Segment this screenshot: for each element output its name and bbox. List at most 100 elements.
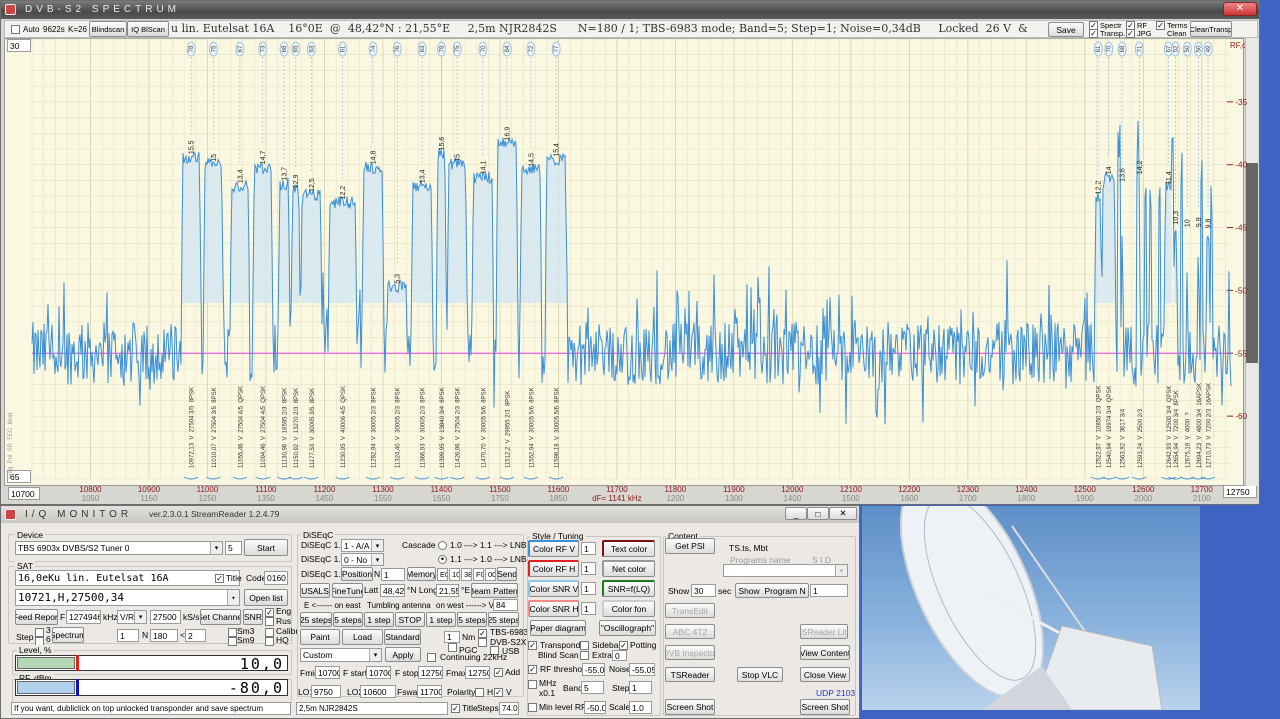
program-select[interactable]: ▾ (723, 564, 848, 577)
rf-threshold-input[interactable]: -55.0 (582, 663, 605, 676)
stop-vlc-button[interactable]: Stop VLC (737, 667, 783, 682)
start-button[interactable]: Start (244, 539, 288, 556)
status-input[interactable]: If you want, dubliclick on top unlocked … (11, 702, 291, 715)
send-button[interactable]: Send (497, 567, 517, 581)
open-list-button[interactable]: Open list (244, 589, 288, 606)
symbol-rate-spinner[interactable]: 27500 (150, 610, 181, 624)
west-25-steps-button[interactable]: 25 steps (488, 612, 519, 627)
hq-checkbox[interactable] (265, 637, 274, 646)
cascade-radio-2[interactable]: • (438, 555, 447, 564)
dvb-inspector-button[interactable]: DVB Inspector (665, 645, 715, 660)
diseqc11-select[interactable]: 0 - No ▾ (341, 553, 384, 566)
sidebar-checkbox[interactable] (580, 641, 589, 650)
noise-input[interactable]: -55.05 (629, 663, 655, 676)
usals-button[interactable]: USALS (300, 583, 330, 598)
color-rf-h-button[interactable]: Color RF H (528, 560, 579, 577)
east-1-step-button[interactable]: 1 step (364, 612, 394, 627)
tsreader-lite-button[interactable]: TSReader Lite (800, 624, 848, 639)
paint-button[interactable]: Paint (300, 629, 340, 645)
sm9-checkbox[interactable] (228, 637, 237, 646)
band-spinner[interactable]: 5 (581, 681, 604, 694)
extra-spinner[interactable]: 0 (612, 650, 627, 661)
beam-pattern-button[interactable]: Beam Pattern (471, 583, 518, 598)
memory-byte-3[interactable]: 38 (461, 568, 472, 581)
maximize-button[interactable]: □ (807, 507, 829, 520)
pgc-checkbox[interactable] (448, 643, 457, 652)
min-level-input[interactable]: -50.0 (584, 701, 606, 714)
screen-shot-button-left[interactable]: Screen Shot (665, 699, 715, 715)
longitude-input[interactable]: 21,55 (436, 584, 459, 597)
get-psi-button[interactable]: Get PSI (665, 538, 715, 554)
position-button[interactable]: Position (341, 567, 373, 581)
apply-button[interactable]: Apply (385, 647, 421, 662)
spin-2[interactable]: 2 (185, 629, 206, 642)
finetune-button[interactable]: FineTune (332, 583, 363, 598)
fswap-input[interactable]: 11700 (417, 685, 442, 698)
potting-checkbox[interactable]: ✓ (619, 641, 628, 650)
view-content-button[interactable]: View Content (800, 645, 850, 660)
transedit-button[interactable]: TransEdit (665, 603, 715, 618)
fmin-input[interactable]: 10700 (315, 666, 340, 679)
position-spinner[interactable]: 1 (381, 568, 405, 581)
close-button[interactable]: ✕ (829, 507, 857, 520)
snr-button[interactable]: SNR (243, 609, 263, 625)
east-5-steps-button[interactable]: 5 steps (333, 612, 363, 627)
snr-v-width-spinner[interactable]: 1 (581, 582, 596, 595)
color-fon-button[interactable]: Color fon (602, 600, 655, 617)
memory-byte-4[interactable]: F0 (473, 568, 484, 581)
show-program-button[interactable]: Show Program N (735, 583, 809, 598)
v-checkbox[interactable]: ✓ (494, 688, 503, 697)
feed-report-button[interactable]: Feed Report (15, 609, 58, 625)
tuner-select[interactable]: TBS 6903x DVBS/S2 Tuner 0 ▾ (15, 541, 223, 555)
cascade-radio-1[interactable] (438, 541, 447, 550)
west-1-step-button[interactable]: 1 step (426, 612, 456, 627)
lo1-input[interactable]: 9750 (311, 685, 341, 698)
snr-h-width-spinner[interactable]: 1 (581, 602, 596, 615)
memory-byte-5[interactable]: 00 (485, 568, 496, 581)
rf-h-width-spinner[interactable]: 1 (581, 562, 596, 575)
set-channel-button[interactable]: Set Channel (200, 609, 241, 625)
tuner-num-spinner[interactable]: 5 (225, 541, 242, 555)
net-color-button[interactable]: Net color (602, 560, 655, 577)
show-seconds-spinner[interactable]: 30 (691, 584, 716, 597)
program-n-spinner[interactable]: 1 (810, 584, 848, 597)
v-spinner[interactable]: 84 (493, 599, 518, 611)
steps-input[interactable]: 74.0 (499, 702, 519, 715)
color-snr-h-button[interactable]: Color SNR H (528, 600, 579, 617)
dish-title-checkbox[interactable]: ✓ (451, 704, 460, 713)
close-view-button[interactable]: Close View (800, 667, 850, 682)
tsreader-button[interactable]: TSReader (665, 667, 715, 682)
minimize-button[interactable]: _ (785, 507, 807, 520)
code-input[interactable]: 0160 (264, 571, 288, 585)
channel-select[interactable]: 10721,H,27500,34 ▾ (15, 589, 240, 606)
west-5-steps-button[interactable]: 5 steps (457, 612, 487, 627)
fstop-input[interactable]: 12750 (418, 666, 443, 679)
fmax-input[interactable]: 12750 (465, 666, 490, 679)
fstart-input[interactable]: 10700 (366, 666, 391, 679)
lo2-input[interactable]: 10600 (360, 685, 396, 698)
rf-threshold-checkbox[interactable]: ✓ (528, 665, 537, 674)
east-25-steps-button[interactable]: 25 steps (300, 612, 332, 627)
spectrum-button[interactable]: Spectrum (52, 627, 84, 643)
mhz-checkbox[interactable] (528, 680, 537, 689)
title-checkbox[interactable]: ✓ (215, 574, 224, 583)
snr-lq-button[interactable]: SNR=f(LQ) (602, 580, 655, 597)
add-checkbox[interactable]: ✓ (494, 668, 503, 677)
nm-spinner[interactable]: 1 (444, 631, 460, 643)
step-spinner[interactable]: 1 (629, 681, 652, 694)
eng-checkbox[interactable]: ✓ (265, 608, 274, 617)
latitude-input[interactable]: 48,42 (380, 584, 405, 597)
text-color-button[interactable]: Text color (602, 540, 655, 557)
frequency-input[interactable]: 12749469 (66, 610, 101, 624)
memory-button[interactable]: Memory (407, 567, 436, 581)
load-button[interactable]: Load (342, 629, 383, 645)
sat-name-input[interactable]: 16,0eKu lin. Eutelsat 16A (15, 570, 240, 586)
memory-byte-2[interactable]: 10 (449, 568, 460, 581)
diseqc10-select[interactable]: 1 - A/A ▾ (341, 539, 384, 552)
tbs-checkbox[interactable]: ✓ (478, 629, 487, 638)
step3-checkbox[interactable] (35, 628, 44, 637)
oscillograph-button[interactable]: "Oscillograph" (599, 620, 656, 636)
abc-4t2-button[interactable]: ABC 4T2 (665, 624, 715, 639)
rf-v-width-spinner[interactable]: 1 (581, 542, 596, 555)
n-spinner[interactable]: 180 (150, 629, 178, 642)
